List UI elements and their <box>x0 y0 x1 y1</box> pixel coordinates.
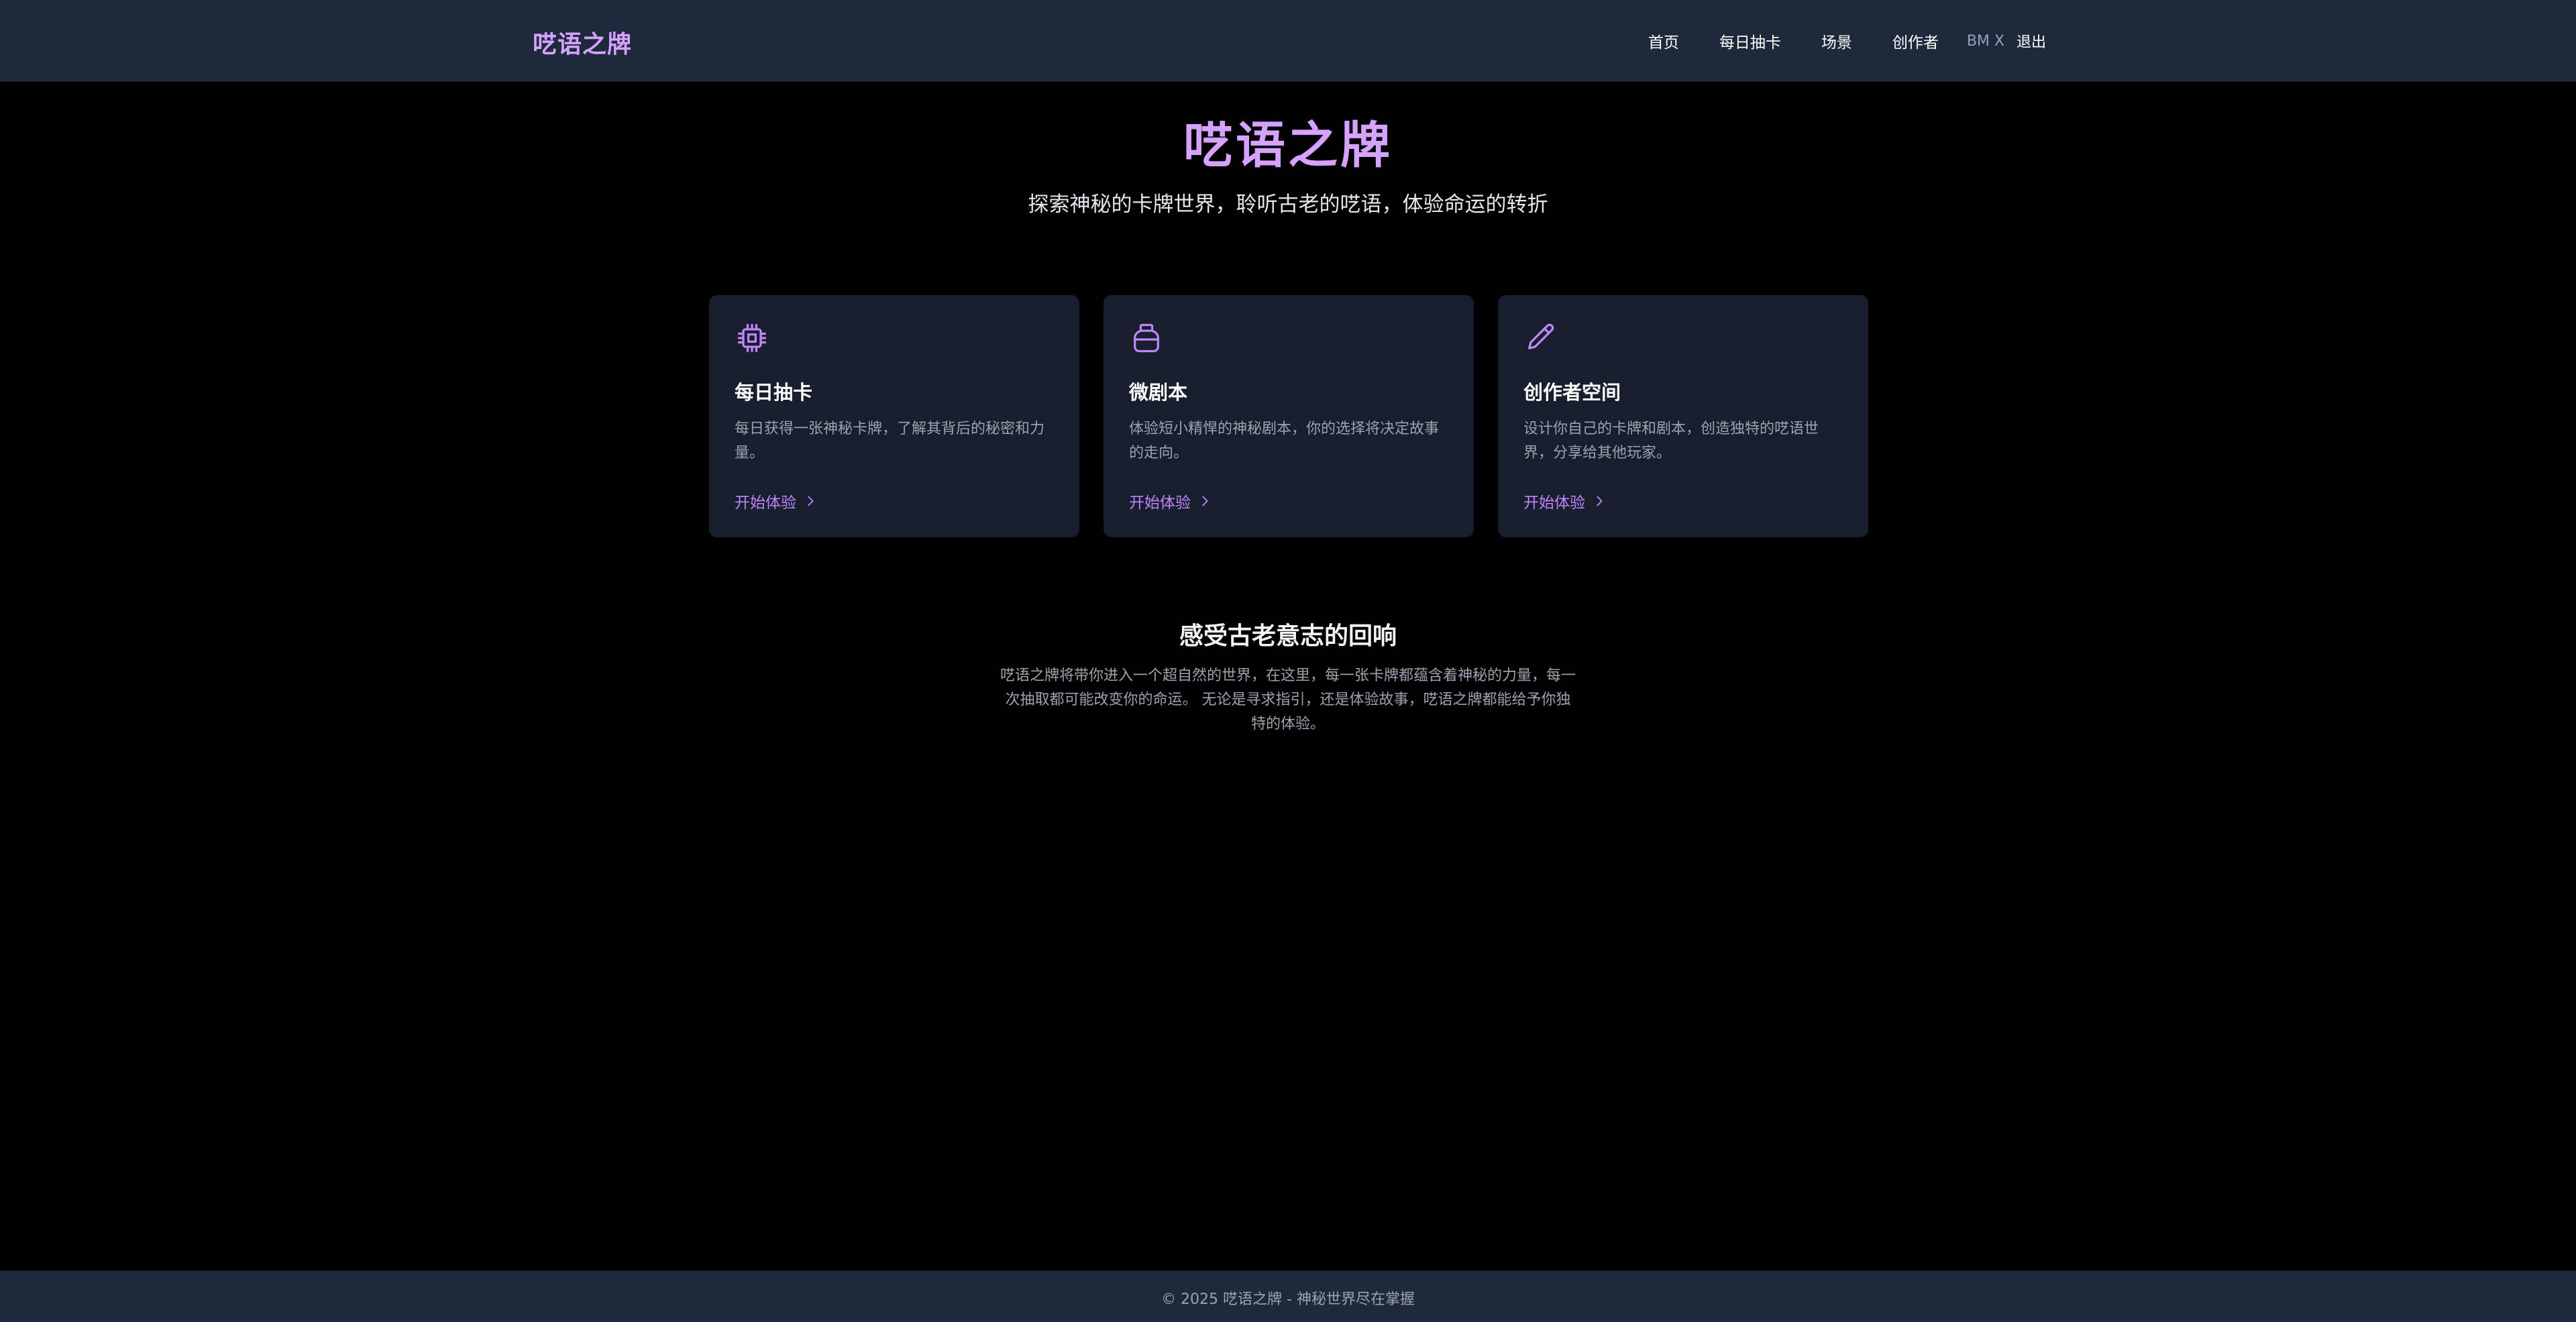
card-creator-space[interactable]: 创作者空间 设计你自己的卡牌和剧本，创造独特的呓语世界，分享给其他玩家。 开始体… <box>1498 295 1868 537</box>
user-name: BM X <box>1966 32 2004 50</box>
hero-title: 呓语之牌 <box>1183 117 1393 174</box>
card-title: 微剧本 <box>1129 381 1188 404</box>
card-description: 每日获得一张神秘卡牌，了解其背后的秘密和力量。 <box>735 421 1045 461</box>
start-button-micro-script[interactable]: 开始体验 <box>1129 490 1212 512</box>
about-text: 呓语之牌将带你进入一个超自然的世界，在这里，每一张卡牌都蕴含着神秘的力量，每一次… <box>1000 667 1576 732</box>
feature-cards: 每日抽卡 每日获得一张神秘卡牌，了解其背后的秘密和力量。 开始体验 微剧本 体验… <box>709 295 1868 537</box>
card-link-label: 开始体验 <box>1523 494 1585 512</box>
chevron-right-icon <box>1597 496 1603 506</box>
card-micro-script[interactable]: 微剧本 体验短小精悍的神秘剧本，你的选择将决定故事的走向。 开始体验 <box>1104 295 1474 537</box>
user-box: BM X 退出 <box>1967 30 2046 52</box>
chip-icon <box>737 323 767 353</box>
card-description: 体验短小精悍的神秘剧本，你的选择将决定故事的走向。 <box>1129 421 1440 461</box>
chevron-right-icon <box>1202 496 1208 506</box>
pencil-icon <box>1528 323 1554 349</box>
card-title: 创作者空间 <box>1523 381 1621 404</box>
chevron-right-icon <box>808 496 814 506</box>
brand-logo[interactable]: 呓语之牌 <box>533 25 632 60</box>
hero-subtitle: 探索神秘的卡牌世界，聆听古老的呓语，体验命运的转折 <box>1028 192 1548 217</box>
card-description: 设计你自己的卡牌和剧本，创造独特的呓语世界，分享给其他玩家。 <box>1523 421 1819 461</box>
ink-bottle-icon <box>1134 323 1159 353</box>
start-button-creator-space[interactable]: 开始体验 <box>1523 490 1607 512</box>
start-button-daily-draw[interactable]: 开始体验 <box>735 490 818 512</box>
footer: © 2025 呓语之牌 - 神秘世界尽在掌握 <box>0 1270 2576 1322</box>
main-nav: 首页 每日抽卡 场景 创作者 BM X 退出 <box>1648 30 2046 52</box>
nav-item-scenes[interactable]: 场景 <box>1821 30 1852 52</box>
nav-item-daily-draw[interactable]: 每日抽卡 <box>1719 30 1781 52</box>
nav-item-home[interactable]: 首页 <box>1648 30 1679 52</box>
card-title: 每日抽卡 <box>735 381 813 404</box>
footer-copyright: © 2025 呓语之牌 - 神秘世界尽在掌握 <box>1161 1291 1415 1308</box>
top-navbar: 呓语之牌 首页 每日抽卡 场景 创作者 BM X 退出 <box>0 0 2576 82</box>
about-title: 感受古老意志的回响 <box>1179 622 1397 650</box>
card-daily-draw[interactable]: 每日抽卡 每日获得一张神秘卡牌，了解其背后的秘密和力量。 开始体验 <box>709 295 1079 537</box>
card-link-label: 开始体验 <box>1129 494 1191 512</box>
card-link-label: 开始体验 <box>735 494 796 512</box>
nav-item-creators[interactable]: 创作者 <box>1892 30 1939 52</box>
logout-button[interactable]: 退出 <box>2017 30 2046 52</box>
